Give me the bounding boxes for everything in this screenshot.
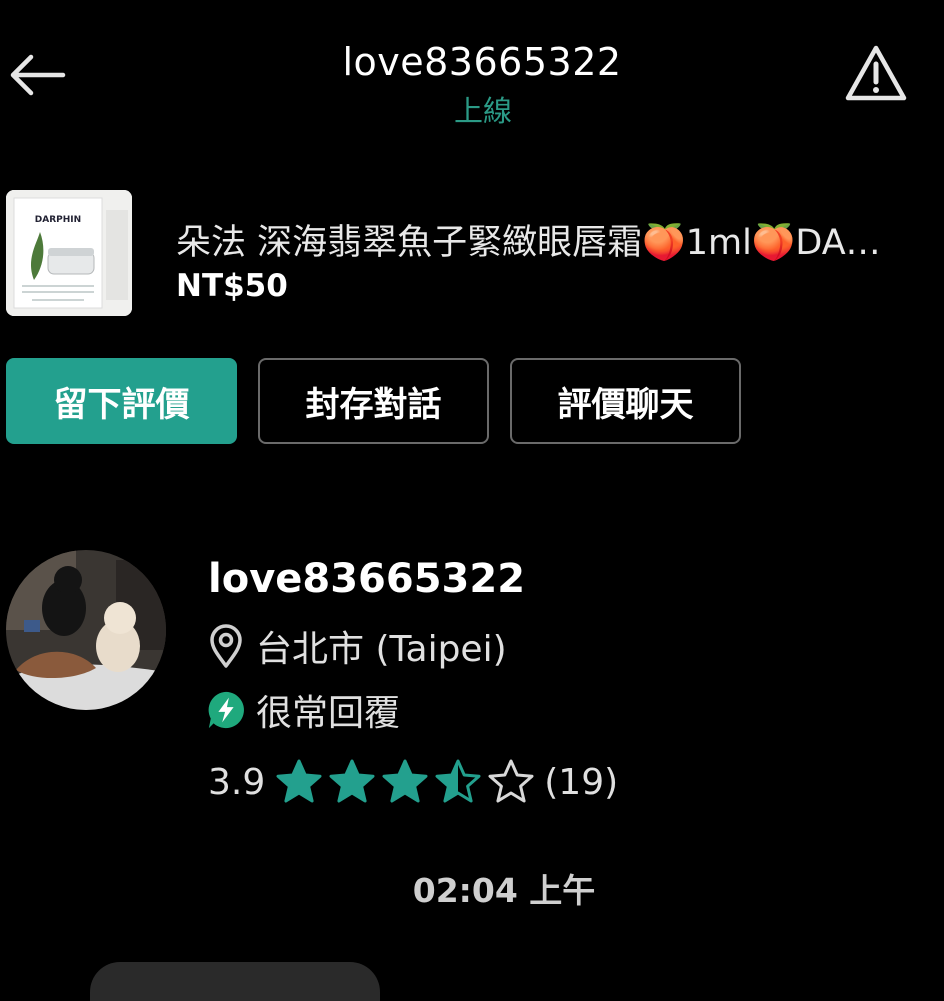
product-title: 朵法 深海翡翠魚子緊緻眼唇霜🍑1ml🍑DA…	[176, 223, 881, 263]
star-half-icon	[435, 759, 481, 803]
review-count: (19)	[544, 761, 619, 803]
warning-triangle-icon	[845, 45, 907, 101]
seller-name[interactable]: love83665322	[208, 556, 525, 602]
star-full-icon	[329, 759, 375, 803]
star-full-icon	[382, 759, 428, 803]
report-button[interactable]	[840, 40, 912, 106]
star-empty-icon	[488, 759, 534, 803]
rating-value: 3.9	[208, 761, 266, 803]
message-bubble[interactable]	[90, 962, 380, 1001]
online-status: 上線	[453, 94, 512, 128]
seller-avatar[interactable]	[6, 550, 166, 710]
chat-header: love83665322 上線	[0, 0, 944, 140]
product-thumbnail: DARPHIN	[6, 190, 132, 316]
location-text: 台北市 (Taipei)	[256, 629, 507, 670]
rating-stars	[275, 758, 540, 806]
response-text: 很常回覆	[256, 693, 401, 734]
leave-review-button[interactable]: 留下評價	[6, 358, 237, 444]
lightning-bolt-icon	[206, 686, 246, 734]
product-price: NT$50	[176, 268, 288, 304]
review-chat-button[interactable]: 評價聊天	[510, 358, 741, 444]
seller-response-rate: 很常回覆	[206, 684, 400, 736]
seller-location: 台北市 (Taipei)	[206, 620, 507, 672]
location-pin-icon	[206, 622, 246, 670]
product-card[interactable]: DARPHIN 朵法 深海翡翠魚子緊緻眼唇霜🍑1ml🍑DA… NT$50	[6, 190, 944, 316]
archive-chat-button[interactable]: 封存對話	[258, 358, 489, 444]
seller-rating[interactable]: 3.9 (19)	[208, 758, 618, 806]
star-full-icon	[276, 759, 322, 803]
thumb-brand-logo: DARPHIN	[35, 215, 81, 225]
header-title: love83665322	[342, 40, 622, 84]
chat-timestamp: 02:04 上午	[412, 871, 596, 910]
